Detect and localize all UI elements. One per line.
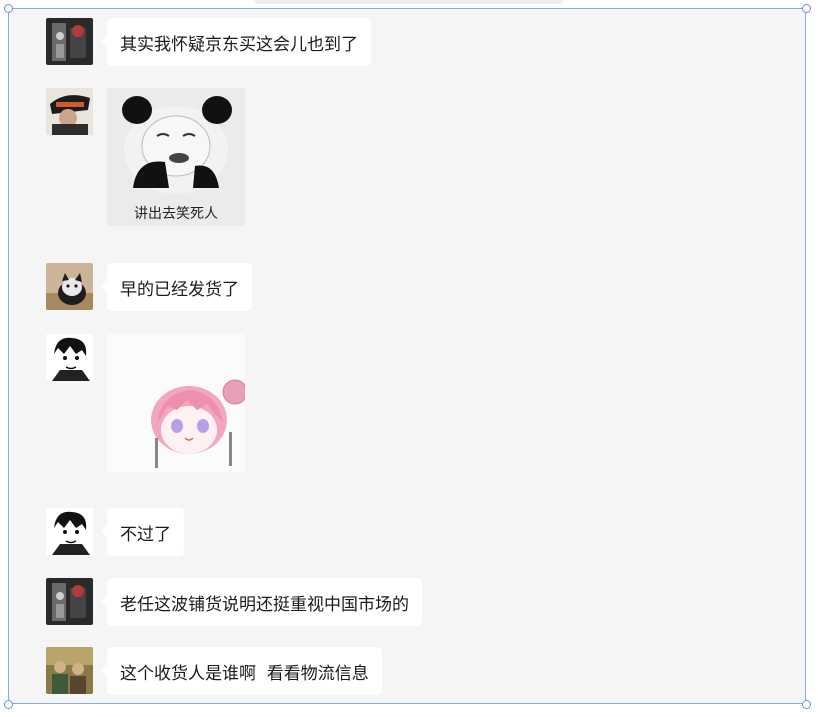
- avatar[interactable]: [46, 263, 93, 310]
- resize-handle-top-left[interactable]: [4, 4, 13, 13]
- avatar[interactable]: [46, 647, 93, 694]
- sticker-image[interactable]: 讲出去笑死人: [107, 88, 245, 226]
- resize-handle-bottom-left[interactable]: [4, 700, 13, 709]
- chat-history-panel[interactable]: 其实我怀疑京东买这会儿也到了 讲出去笑死人 早的已经发货了 不过了 老任这波铺货…: [8, 8, 806, 704]
- message-bubble[interactable]: 不过了: [101, 508, 184, 556]
- message-text: 早的已经发货了: [120, 279, 239, 300]
- message-bubble[interactable]: 其实我怀疑京东买这会儿也到了: [101, 18, 371, 66]
- sticker-caption: 讲出去笑死人: [134, 206, 218, 222]
- message-text: 不过了: [120, 524, 171, 545]
- avatar[interactable]: [46, 18, 93, 65]
- resize-handle-top-right[interactable]: [802, 4, 811, 13]
- message-bubble[interactable]: 早的已经发货了: [101, 263, 252, 311]
- avatar[interactable]: [46, 578, 93, 625]
- message-text: 老任这波铺货说明还挺重视中国市场的: [120, 594, 409, 615]
- resize-handle-bottom-right[interactable]: [802, 700, 811, 709]
- sticker-image[interactable]: [107, 334, 245, 472]
- message-bubble[interactable]: 这个收货人是谁啊 看看物流信息: [101, 647, 382, 695]
- avatar[interactable]: [46, 88, 93, 135]
- window-top-bar: [254, 0, 564, 4]
- message-text: 这个收货人是谁啊 看看物流信息: [120, 663, 369, 684]
- message-bubble[interactable]: 老任这波铺货说明还挺重视中国市场的: [101, 578, 422, 626]
- avatar[interactable]: [46, 334, 93, 381]
- message-text: 其实我怀疑京东买这会儿也到了: [120, 34, 358, 55]
- avatar[interactable]: [46, 508, 93, 555]
